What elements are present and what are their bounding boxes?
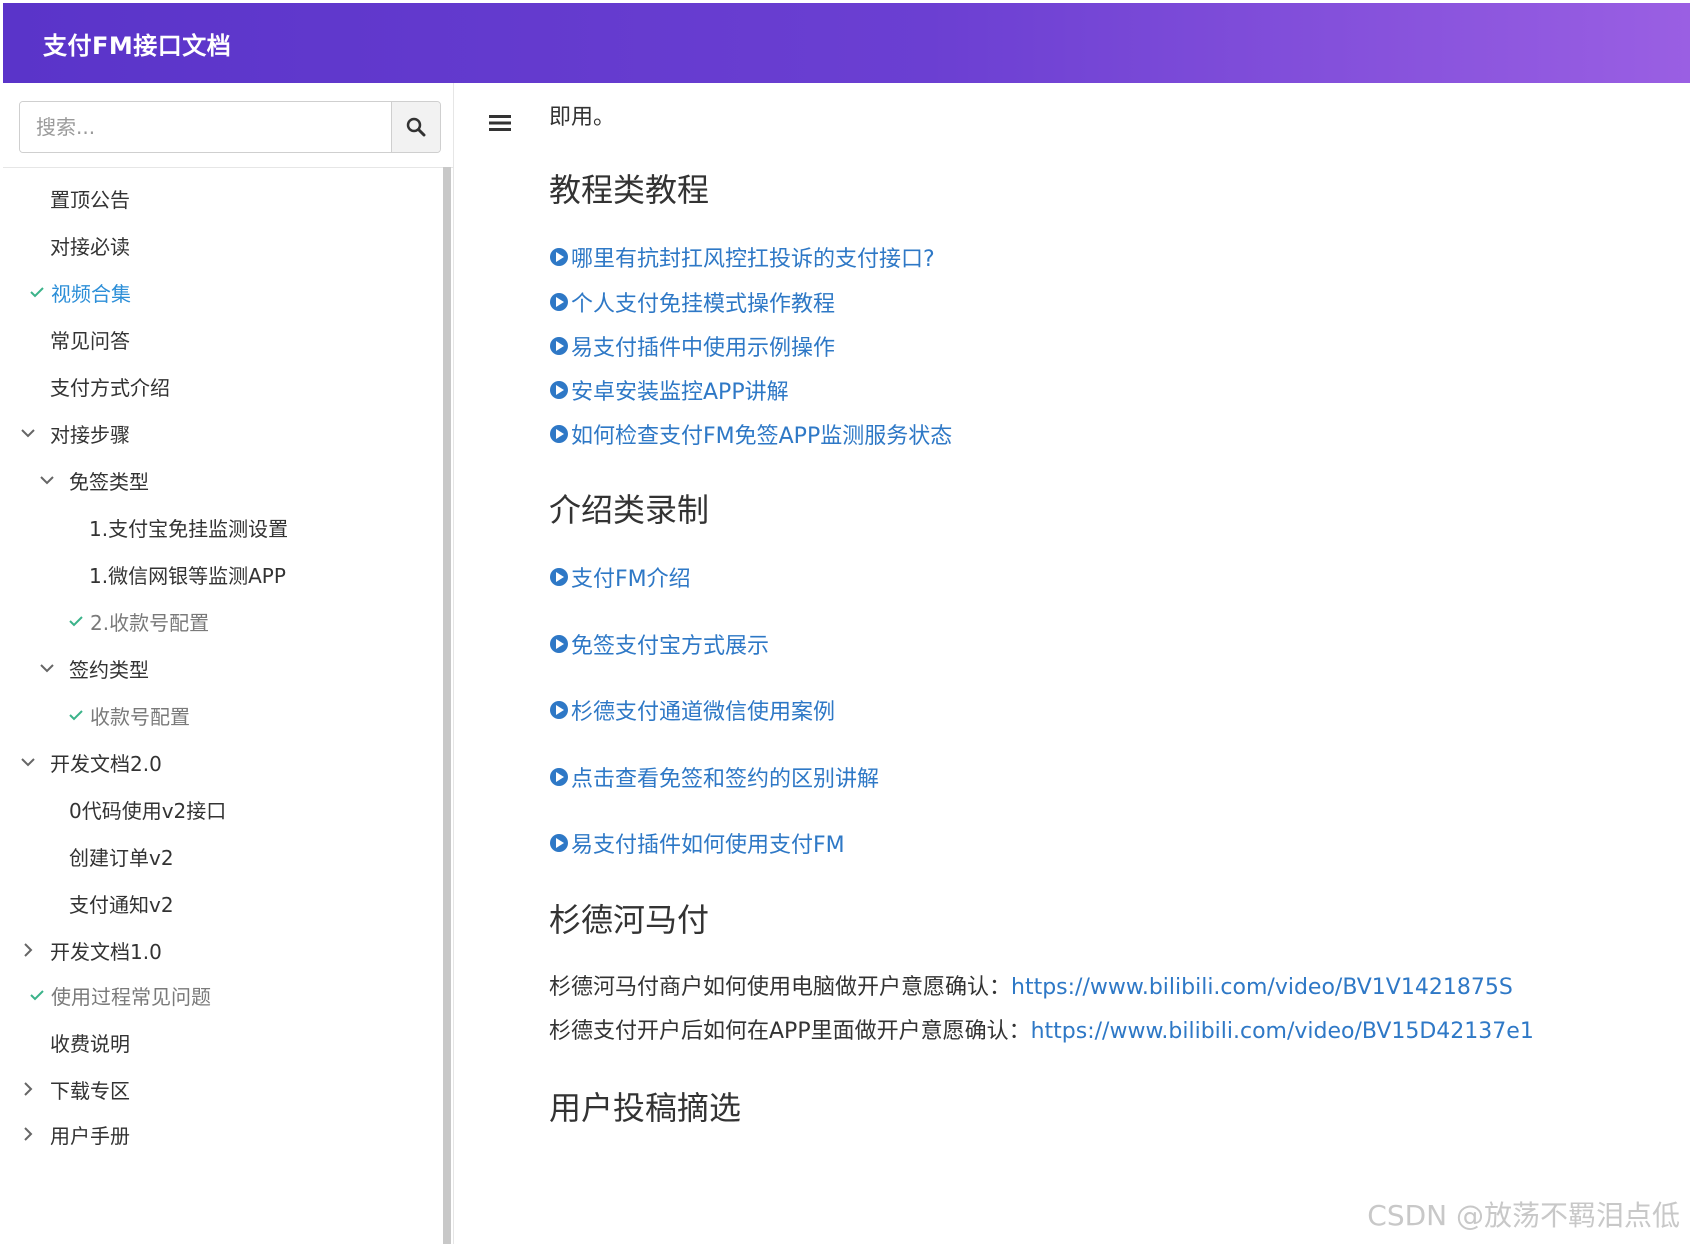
sidebar-item-integration-steps[interactable]: 对接步骤 [16, 413, 130, 453]
play-icon [550, 293, 568, 311]
check-icon [27, 282, 47, 302]
search-box [19, 101, 441, 153]
info-line: 杉德支付开户后如何在APP里面做开户意愿确认：https://www.bilib… [549, 1019, 1534, 1044]
sidebar-item-contract-type[interactable]: 签约类型 [35, 648, 149, 688]
search-icon [406, 117, 426, 137]
sidebar-item-account-config-2[interactable]: 2.收款号配置 [66, 601, 209, 641]
intro-text: 即用。 [549, 105, 616, 130]
sidebar-item-pricing[interactable]: 收费说明 [50, 1022, 130, 1062]
section-heading: 介绍类录制 [549, 491, 710, 529]
sidebar-item-pinned-notice[interactable]: 置顶公告 [50, 178, 130, 218]
play-icon [550, 768, 568, 786]
play-icon [550, 834, 568, 852]
sidebar-item-payment-methods[interactable]: 支付方式介绍 [50, 366, 170, 406]
sidebar-item-usage-issues[interactable]: 使用过程常见问题 [27, 975, 211, 1015]
video-link[interactable]: 点击查看免签和签约的区别讲解 [549, 761, 879, 793]
chevron-right-icon[interactable] [16, 1122, 40, 1146]
video-link[interactable]: 易支付插件如何使用支付FM [549, 827, 845, 859]
play-icon [550, 381, 568, 399]
section-heading: 用户投稿摘选 [549, 1089, 742, 1127]
sidebar-item-user-manual[interactable]: 用户手册 [16, 1114, 130, 1154]
video-link[interactable]: 如何检查支付FM免签APP监测服务状态 [549, 418, 952, 450]
watermark: CSDN @放荡不羁泪点低 [1367, 1199, 1680, 1232]
play-icon [550, 635, 568, 653]
play-icon [550, 425, 568, 443]
main-content: 即用。 教程类教程 哪里有抗封扛风控扛投诉的支付接口? 个人支付免挂模式操作教程… [455, 83, 1690, 1244]
check-icon [27, 985, 47, 1005]
sidebar-item-create-order-v2[interactable]: 创建订单v2 [69, 836, 174, 876]
section-heading: 杉德河马付 [549, 901, 710, 939]
play-icon [550, 568, 568, 586]
video-link[interactable]: 杉德支付通道微信使用案例 [549, 694, 835, 726]
search-input[interactable] [20, 102, 391, 152]
search-button[interactable] [391, 102, 440, 152]
sidebar-item-free-sign-type[interactable]: 免签类型 [35, 460, 149, 500]
sidebar-item-wechat-monitor-app[interactable]: 1.微信网银等监测APP [89, 554, 286, 594]
search-divider [3, 167, 453, 168]
video-link[interactable]: 支付FM介绍 [549, 561, 691, 593]
sidebar-item-dev-docs-1[interactable]: 开发文档1.0 [16, 930, 162, 970]
menu-icon[interactable] [489, 113, 511, 133]
sidebar-item-dev-docs-2[interactable]: 开发文档2.0 [16, 742, 162, 782]
video-link[interactable]: 易支付插件中使用示例操作 [549, 330, 835, 362]
chevron-right-icon[interactable] [16, 1077, 40, 1101]
chevron-down-icon[interactable] [35, 656, 59, 680]
sidebar-item-downloads[interactable]: 下载专区 [16, 1069, 130, 1109]
check-icon [66, 705, 86, 725]
sidebar-item-alipay-monitor[interactable]: 1.支付宝免挂监测设置 [89, 507, 288, 547]
bilibili-link[interactable]: https://www.bilibili.com/video/BV15D4213… [1031, 1019, 1534, 1044]
info-line: 杉德河马付商户如何使用电脑做开户意愿确认：https://www.bilibil… [549, 975, 1513, 1000]
chevron-right-icon[interactable] [16, 938, 40, 962]
chevron-down-icon[interactable] [35, 468, 59, 492]
play-icon [550, 248, 568, 266]
video-link[interactable]: 个人支付免挂模式操作教程 [549, 286, 835, 318]
site-title[interactable]: 支付FM接口文档 [43, 26, 231, 61]
check-icon [66, 611, 86, 631]
sidebar-item-zero-code-v2[interactable]: 0代码使用v2接口 [69, 789, 226, 829]
play-icon [550, 701, 568, 719]
video-link[interactable]: 安卓安装监控APP讲解 [549, 374, 789, 406]
sidebar-item-payment-notify-v2[interactable]: 支付通知v2 [69, 883, 174, 923]
sidebar-item-video-collection[interactable]: 视频合集 [27, 272, 131, 312]
play-icon [550, 337, 568, 355]
app: 支付FM接口文档 置顶公告 对接必读 [0, 0, 1690, 1244]
sidebar-item-faq[interactable]: 常见问答 [50, 319, 130, 359]
top-header: 支付FM接口文档 [3, 3, 1690, 83]
sidebar-scrollbar[interactable] [443, 167, 451, 1244]
chevron-down-icon[interactable] [16, 750, 40, 774]
video-link[interactable]: 免签支付宝方式展示 [549, 628, 769, 660]
sidebar-item-account-config[interactable]: 收款号配置 [66, 695, 190, 735]
sidebar: 置顶公告 对接必读 视频合集 常见问答 支付方式介绍 对接步骤 [3, 83, 454, 1244]
section-heading: 教程类教程 [549, 171, 710, 209]
bilibili-link[interactable]: https://www.bilibili.com/video/BV1V14218… [1011, 975, 1513, 1000]
chevron-down-icon[interactable] [16, 421, 40, 445]
video-link[interactable]: 哪里有抗封扛风控扛投诉的支付接口? [549, 241, 935, 273]
sidebar-item-must-read[interactable]: 对接必读 [50, 225, 130, 265]
